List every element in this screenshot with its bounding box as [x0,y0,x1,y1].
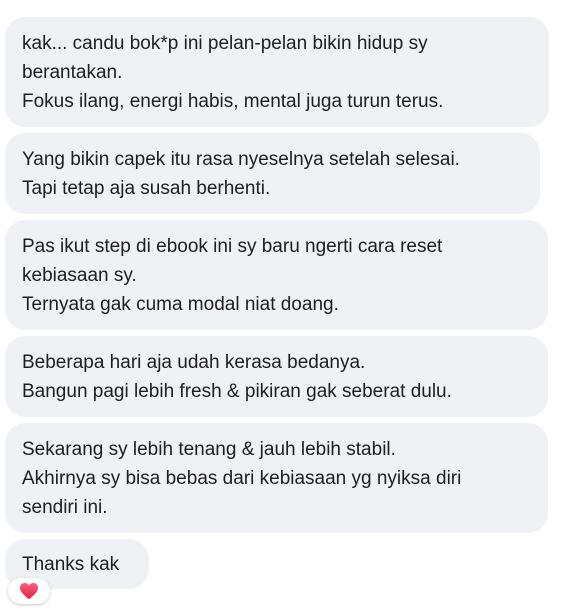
message-line: Akhirnya sy bisa bebas dari kebiasaan yg… [22,468,462,489]
message-bubble[interactable]: Pas ikut step di ebook ini sy baru ngert… [5,220,548,330]
message-bubble[interactable]: Beberapa hari aja udah kerasa bedanya. B… [5,336,548,417]
message-line: kak... candu bok*p ini pelan-pelan bikin… [22,33,428,54]
message-line: Pas ikut step di ebook ini sy baru ngert… [22,236,443,257]
message-bubble[interactable]: Sekarang sy lebih tenang & jauh lebih st… [5,423,548,533]
message-line: Tapi tetap aja susah berhenti. [22,178,271,199]
message-line: Thanks kak [22,554,120,575]
message-bubble[interactable]: kak... candu bok*p ini pelan-pelan bikin… [5,17,549,127]
message-line: Fokus ilang, energi habis, mental juga t… [22,91,444,112]
message-line: Sekarang sy lebih tenang & jauh lebih st… [22,439,396,460]
message-line: sendiri ini. [22,497,108,518]
message-bubble[interactable]: Yang bikin capek itu rasa nyeselnya sete… [5,133,540,214]
message-line: Beberapa hari aja udah kerasa bedanya. [22,352,366,373]
message-line: berantakan. [22,62,123,83]
message-line: Yang bikin capek itu rasa nyeselnya sete… [22,149,460,170]
message-line: Bangun pagi lebih fresh & pikiran gak se… [22,381,452,402]
heart-icon [20,582,38,600]
message-line: Ternyata gak cuma modal niat doang. [22,294,339,315]
message-line: kebiasaan sy. [22,265,137,286]
message-reaction[interactable] [8,578,50,604]
message-thread: kak... candu bok*p ini pelan-pelan bikin… [5,17,568,589]
